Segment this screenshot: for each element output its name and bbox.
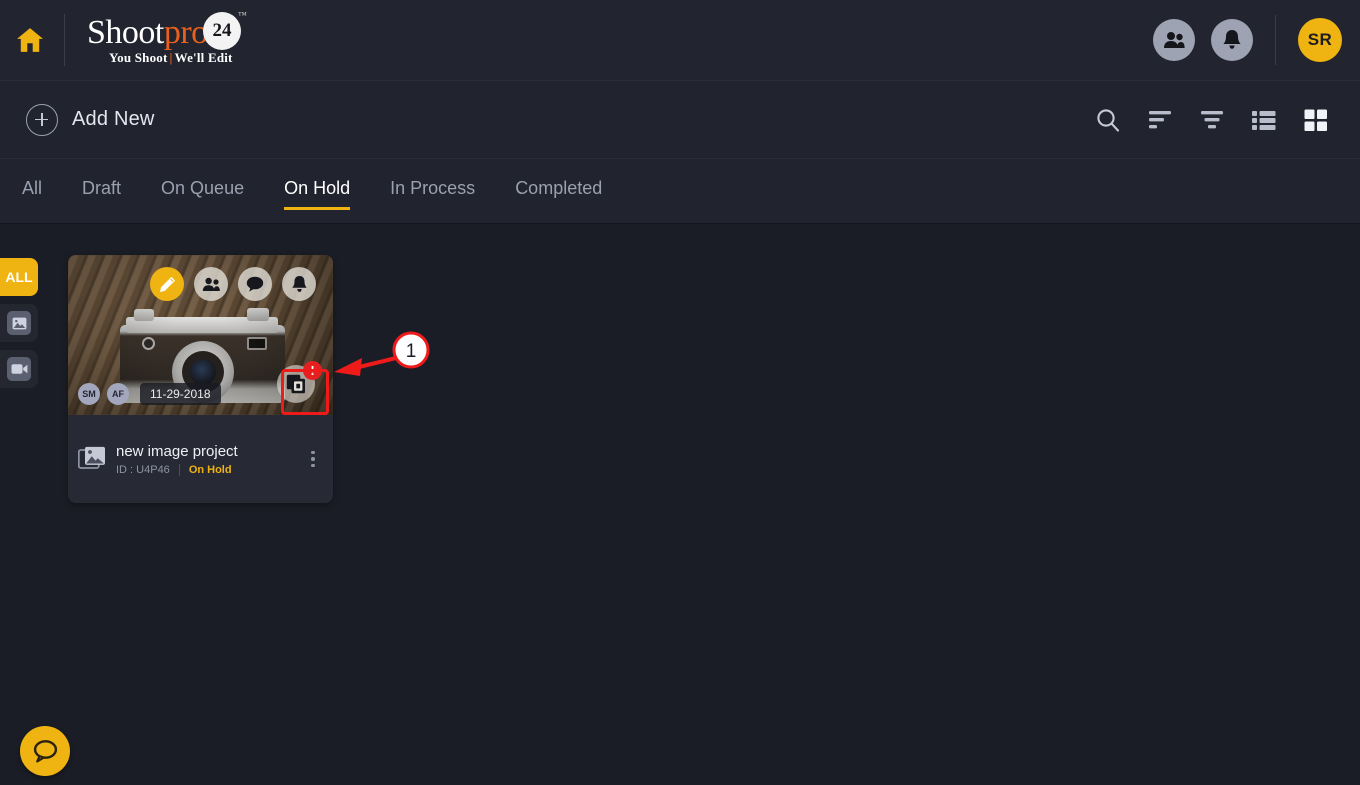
edit-project-button[interactable] [150,267,184,301]
filter-button[interactable] [1186,94,1238,146]
image-glyph-icon [12,317,26,329]
rail-item-all[interactable]: ALL [0,258,38,296]
tab-all[interactable]: All [22,176,42,206]
card-action-icons [150,267,316,301]
list-view-icon [1252,111,1276,130]
logo-wordmark: Shootpro [87,16,208,50]
grid-view-button[interactable] [1290,94,1342,146]
bell-icon [1223,30,1241,49]
more-vertical-icon [311,457,315,461]
home-icon [17,28,43,52]
member-avatar[interactable]: SM [78,383,100,405]
home-button[interactable] [0,0,60,80]
project-subline: ID : U4P46 On Hold [116,463,303,476]
sort-button[interactable] [1134,94,1186,146]
project-title: new image project [116,442,238,460]
sort-icon [1149,111,1171,129]
add-new-label: Add New [72,108,155,130]
rail-item-videos[interactable] [0,350,38,388]
header-divider [64,14,65,66]
trademark-symbol: ™ [238,10,247,20]
logo-tagline: You Shoot | We'll Edit [109,50,233,66]
list-view-button[interactable] [1238,94,1290,146]
brand-logo[interactable]: Shootpro 24 ™ You Shoot | We'll Edit [87,10,267,70]
tab-in-process[interactable]: In Process [390,176,475,206]
project-grid-area: ALL SM AF 11-29-2018 ! new image project… [0,225,1360,785]
bell-icon [291,276,307,292]
rail-all-label: ALL [5,269,33,285]
card-footer: new image project ID : U4P46 On Hold [68,415,333,503]
people-icon [202,277,220,291]
toolbar-icons [1082,81,1342,159]
tagline-right: We'll Edit [174,50,233,65]
logo-word-pro: pro [163,14,208,51]
team-button[interactable] [1153,19,1195,61]
project-thumbnail[interactable]: SM AF 11-29-2018 ! [68,255,333,415]
tab-on-hold[interactable]: On Hold [284,176,351,210]
support-chat-button[interactable] [20,726,70,776]
chat-icon [33,740,58,763]
project-id: ID : U4P46 [116,463,170,476]
grid-view-icon [1304,109,1327,131]
subline-separator [178,463,180,476]
logo-word-shoot: Shoot [87,14,164,51]
rail-item-images[interactable] [0,304,38,342]
tagline-left: You Shoot [109,50,168,65]
people-icon [1164,32,1185,48]
card-more-button[interactable] [303,450,323,468]
action-toolbar: Add New [0,80,1360,158]
image-icon [7,311,31,335]
header-actions: SR [1137,0,1360,80]
comment-icon [246,276,264,292]
logo-badge-24: 24 [203,12,241,50]
alert-badge: ! [303,361,322,380]
card-comments-button[interactable] [238,267,272,301]
add-new-button[interactable]: Add New [26,103,155,136]
header-separator [1275,15,1276,65]
status-badge: On Hold [188,463,232,476]
search-button[interactable] [1082,94,1134,146]
video-glyph-icon [11,364,27,374]
more-vertical-icon [311,450,315,455]
more-vertical-icon [311,463,315,468]
card-meta-row: SM AF 11-29-2018 [78,383,221,405]
user-avatar[interactable]: SR [1298,18,1342,62]
filter-icon [1201,111,1223,129]
media-type-rail: ALL [0,258,40,396]
duplicate-icon [286,374,305,394]
duplicate-control: ! [277,361,322,407]
member-avatar[interactable]: AF [107,383,129,405]
plus-icon [26,103,58,136]
image-stack-icon [78,446,105,469]
tab-draft[interactable]: Draft [82,176,121,206]
card-team-button[interactable] [194,267,228,301]
video-icon [7,357,31,381]
app-header: Shootpro 24 ™ You Shoot | We'll Edit SR [0,0,1360,80]
notifications-button[interactable] [1211,19,1253,61]
tab-on-queue[interactable]: On Queue [161,176,244,206]
project-date: 11-29-2018 [140,383,221,405]
card-notifications-button[interactable] [282,267,316,301]
edit-icon [159,276,175,292]
status-tabs: All Draft On Queue On Hold In Process Co… [0,158,1360,224]
tagline-separator: | [169,50,173,65]
search-icon [1097,109,1120,132]
project-card[interactable]: SM AF 11-29-2018 ! new image project ID … [68,255,333,503]
tab-completed[interactable]: Completed [515,176,602,206]
card-text-block: new image project ID : U4P46 On Hold [116,443,303,476]
